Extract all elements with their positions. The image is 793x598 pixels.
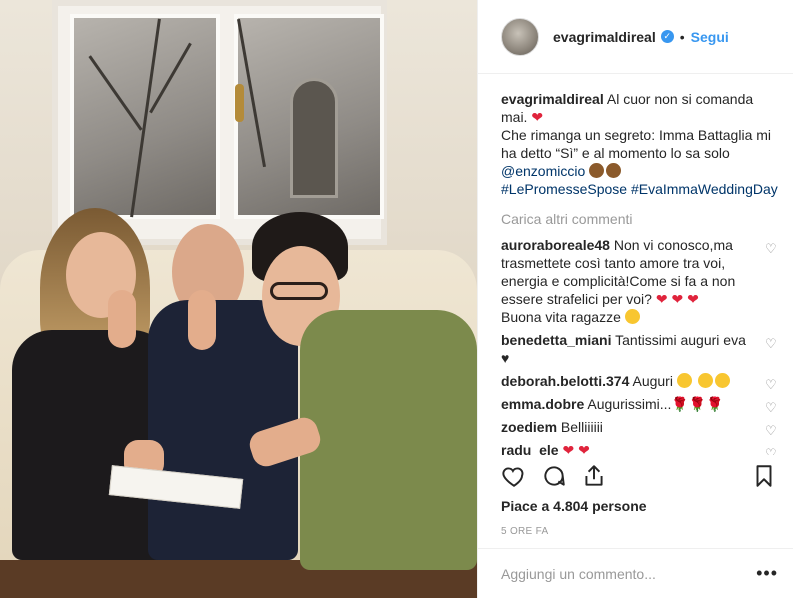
comment-username[interactable]: radu_ele [501,442,559,455]
more-options-icon[interactable]: ••• [756,563,778,584]
comment-username[interactable]: zoediem [501,419,557,435]
comment-username[interactable]: emma.dobre [501,396,584,412]
likes-count[interactable]: Piace a 4.804 persone [501,498,647,514]
post-header: evagrimaldireal ✓ • Segui [478,0,793,74]
window-handle [235,84,244,122]
comment-item: benedetta_miani Tantissimi auguri eva ♥ … [501,331,779,367]
action-bar [501,463,779,491]
kiss-emoji-icon [714,373,730,388]
caption-line2: Che rimanga un segreto: Imma Battaglia m… [501,127,772,161]
post-photo[interactable] [0,0,477,598]
comment-text: Tantissimi auguri eva [615,332,746,348]
comment-text: Auguri [632,373,673,389]
add-comment-input[interactable] [501,565,757,582]
load-more-comments-link[interactable]: Carica altri commenti [501,210,779,228]
like-comment-heart-icon[interactable]: ♡ [765,242,779,256]
window-pane-left [70,14,220,219]
red-heart-icon: ❤ [531,109,544,125]
like-comment-heart-icon[interactable]: ♡ [765,424,779,438]
comment-username[interactable]: deborah.belotti.374 [501,373,629,389]
caption-mention[interactable]: @enzomiccio [501,163,585,179]
comment-item: radu_ele ❤ ❤ ♡ [501,441,779,455]
comment-item: emma.dobre Augurissimi...🌹🌹🌹 ♡ [501,395,779,415]
post-caption: evagrimaldireal Al cuor non si comanda m… [501,90,779,198]
follow-button[interactable]: Segui [691,29,729,45]
comment-username[interactable]: benedetta_miani [501,332,611,348]
window-pane-right [234,14,384,219]
rose-icons: 🌹🌹🌹 [671,396,724,412]
see-no-evil-monkey-icon [589,163,605,178]
caption-hashtags[interactable]: #LePromesseSpose #EvaImmaWeddingDay [501,181,778,197]
comment-text: Belliiiiii [560,419,603,435]
comment-item: deborah.belotti.374 Auguri ♡ [501,372,779,392]
like-comment-heart-icon[interactable]: ♡ [765,401,779,415]
comment-bubble-icon[interactable] [541,463,567,489]
kiss-emoji-icon [697,373,713,388]
comment-item: zoediem Belliiiiii ♡ [501,418,779,438]
comment-item: auroraboreale48 Non vi conosco,ma trasme… [501,236,779,326]
comments-list[interactable]: evagrimaldireal Al cuor non si comanda m… [501,90,779,455]
kiss-emoji-icon [676,373,692,388]
header-separator: • [679,28,685,45]
comment-username[interactable]: auroraboreale48 [501,237,610,253]
add-comment-bar: ••• [478,548,793,598]
post-sidebar: evagrimaldireal ✓ • Segui evagrimaldirea… [477,0,793,598]
author-username[interactable]: evagrimaldireal [553,29,656,45]
author-avatar[interactable] [501,17,539,56]
heart-eyes-emoji-icon [624,309,640,324]
heart-outline-icon[interactable] [501,463,527,489]
like-comment-heart-icon[interactable]: ♡ [765,337,779,351]
red-hearts-icon: ❤ ❤ [562,442,590,455]
verified-badge-icon: ✓ [660,30,674,43]
like-comment-heart-icon[interactable]: ♡ [765,447,779,456]
like-comment-heart-icon[interactable]: ♡ [765,378,779,392]
bookmark-icon[interactable] [751,463,777,489]
red-hearts-icon: ❤ ❤ ❤ [655,291,699,307]
comment-text: Augurissimi... [587,396,672,412]
comment-text-2: Buona vita ragazze [501,309,621,325]
caption-username[interactable]: evagrimaldireal [501,91,604,107]
building-doorway [290,78,338,198]
black-heart-icon: ♥ [501,350,510,366]
share-upload-icon[interactable] [581,463,607,489]
see-no-evil-monkey-icon [606,163,622,178]
post-timestamp[interactable]: 5 ORE FA [501,526,548,537]
